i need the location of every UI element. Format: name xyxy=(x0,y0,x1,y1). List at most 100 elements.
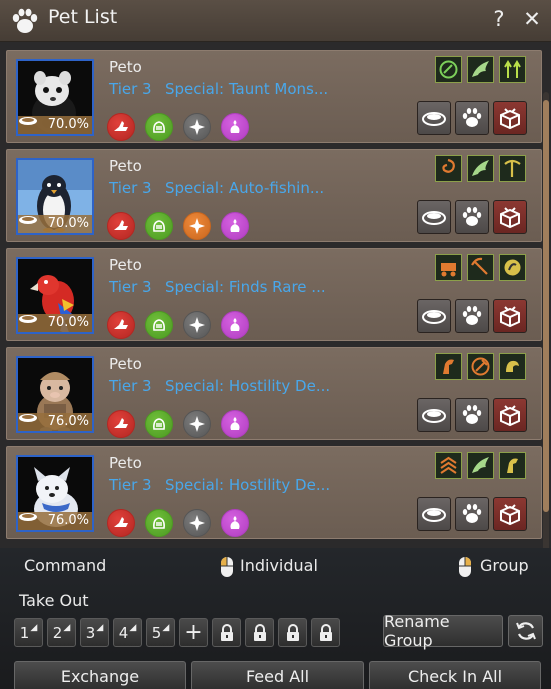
skill-icon[interactable] xyxy=(145,311,173,339)
skill-icon[interactable] xyxy=(107,113,135,141)
skill-icon[interactable] xyxy=(145,509,173,537)
hunger-value: 76.0% xyxy=(47,513,89,528)
skill-icon[interactable] xyxy=(107,410,135,438)
talent-icon[interactable] xyxy=(499,353,526,380)
talent-icon[interactable] xyxy=(467,155,494,182)
skill-icon[interactable] xyxy=(145,410,173,438)
scrollbar-thumb[interactable] xyxy=(543,100,549,512)
locked-slot[interactable] xyxy=(311,618,340,647)
pet-card[interactable]: 70.0% Peto Tier 3 Special: Taunt Mons... xyxy=(6,50,542,143)
skill-icon[interactable] xyxy=(183,113,211,141)
call-pet-button[interactable] xyxy=(455,200,489,234)
talent-icon[interactable] xyxy=(499,452,526,479)
group-slot-3[interactable]: 3 ◢ xyxy=(80,618,109,647)
add-group-button[interactable]: + xyxy=(179,618,208,647)
skill-icon[interactable] xyxy=(145,113,173,141)
title-bar: Pet List ? ✕ xyxy=(0,0,551,42)
talent-icon[interactable] xyxy=(467,56,494,83)
pet-tier: Tier 3 xyxy=(109,179,152,197)
locked-slot[interactable] xyxy=(278,618,307,647)
help-button[interactable]: ? xyxy=(486,7,512,31)
skill-icon[interactable] xyxy=(107,509,135,537)
refresh-button[interactable] xyxy=(508,615,543,647)
talent-icon[interactable] xyxy=(467,452,494,479)
pet-card[interactable]: 70.0% Peto Tier 3 Special: Auto-fishin... xyxy=(6,149,542,242)
skill-icon[interactable] xyxy=(221,311,249,339)
purple-skill-icon xyxy=(230,516,240,529)
skill-icon[interactable] xyxy=(183,410,211,438)
group-slot-4[interactable]: 4 ◢ xyxy=(113,618,142,647)
red-skill-icon xyxy=(114,121,128,131)
feed-button[interactable] xyxy=(417,398,451,432)
skill-icon[interactable] xyxy=(145,212,173,240)
rename-group-button[interactable]: Rename Group xyxy=(383,612,503,650)
orange-pick-icon xyxy=(471,257,488,275)
seal-pet-button[interactable] xyxy=(493,398,527,432)
pet-portrait[interactable]: 70.0% xyxy=(16,257,94,334)
skill-icon[interactable] xyxy=(183,509,211,537)
scrollbar[interactable] xyxy=(543,92,549,548)
green-skill-icon xyxy=(153,220,165,232)
green-circle-icon xyxy=(439,60,458,79)
pet-portrait[interactable]: 70.0% xyxy=(16,59,94,136)
purple-skill-icon xyxy=(230,318,240,331)
close-button[interactable]: ✕ xyxy=(519,7,545,31)
group-slot-1[interactable]: 1 ◢ xyxy=(14,618,43,647)
feed-button[interactable] xyxy=(417,299,451,333)
seal-box-icon xyxy=(500,405,520,427)
talent-icon[interactable] xyxy=(435,56,462,83)
skill-icon[interactable] xyxy=(107,212,135,240)
seal-pet-button[interactable] xyxy=(493,200,527,234)
skill-icon[interactable] xyxy=(183,212,211,240)
feed-button[interactable] xyxy=(417,497,451,531)
feed-button[interactable] xyxy=(417,200,451,234)
hunger-bar: 70.0% xyxy=(18,314,92,332)
locked-slot[interactable] xyxy=(245,618,274,647)
group-slot-2[interactable]: 2 ◢ xyxy=(47,618,76,647)
seal-pet-button[interactable] xyxy=(493,299,527,333)
call-pet-button[interactable] xyxy=(455,398,489,432)
talent-icon[interactable] xyxy=(435,452,462,479)
pet-portrait[interactable]: 76.0% xyxy=(16,455,94,532)
talent-icon[interactable] xyxy=(435,254,462,281)
check-in-all-button[interactable]: Check In All xyxy=(369,661,541,689)
skill-icon[interactable] xyxy=(221,509,249,537)
talent-icon[interactable] xyxy=(499,155,526,182)
pet-card[interactable]: 70.0% Peto Tier 3 Special: Finds Rare ... xyxy=(6,248,542,341)
seal-pet-button[interactable] xyxy=(493,101,527,135)
pet-card[interactable]: 76.0% Peto Tier 3 Special: Hostility De... xyxy=(6,446,542,539)
arrows-icon xyxy=(504,60,521,78)
talent-icon[interactable] xyxy=(499,56,526,83)
skill-icon[interactable] xyxy=(221,113,249,141)
call-pet-button[interactable] xyxy=(455,299,489,333)
call-pet-button[interactable] xyxy=(455,497,489,531)
pet-tier: Tier 3 xyxy=(109,80,152,98)
pet-card[interactable]: 76.0% Peto Tier 3 Special: Hostility De... xyxy=(6,347,542,440)
locked-slot[interactable] xyxy=(212,618,241,647)
pet-portrait[interactable]: 76.0% xyxy=(16,356,94,433)
feed-button[interactable] xyxy=(417,101,451,135)
skill-icon[interactable] xyxy=(221,212,249,240)
group-slot-5[interactable]: 5 ◢ xyxy=(146,618,175,647)
red-skill-icon xyxy=(114,319,128,329)
wing-icon xyxy=(472,61,489,77)
talent-icon[interactable] xyxy=(499,254,526,281)
slot-number: 5 xyxy=(151,623,162,642)
skill-icon[interactable] xyxy=(221,410,249,438)
talent-icon[interactable] xyxy=(435,155,462,182)
talent-icon[interactable] xyxy=(467,254,494,281)
orange-axe-icon xyxy=(471,357,490,376)
pet-tier: Tier 3 xyxy=(109,278,152,296)
call-pet-button[interactable] xyxy=(455,101,489,135)
pet-special: Special: Hostility De... xyxy=(165,476,331,494)
skill-icon[interactable] xyxy=(107,311,135,339)
talent-icon[interactable] xyxy=(435,353,462,380)
skill-icon[interactable] xyxy=(183,311,211,339)
food-bowl-icon xyxy=(422,409,446,423)
feed-all-button[interactable]: Feed All xyxy=(191,661,364,689)
seal-pet-button[interactable] xyxy=(493,497,527,531)
yellow-horse-icon xyxy=(507,458,518,473)
pet-portrait[interactable]: 70.0% xyxy=(16,158,94,235)
talent-icon[interactable] xyxy=(467,353,494,380)
exchange-button[interactable]: Exchange xyxy=(14,661,186,689)
